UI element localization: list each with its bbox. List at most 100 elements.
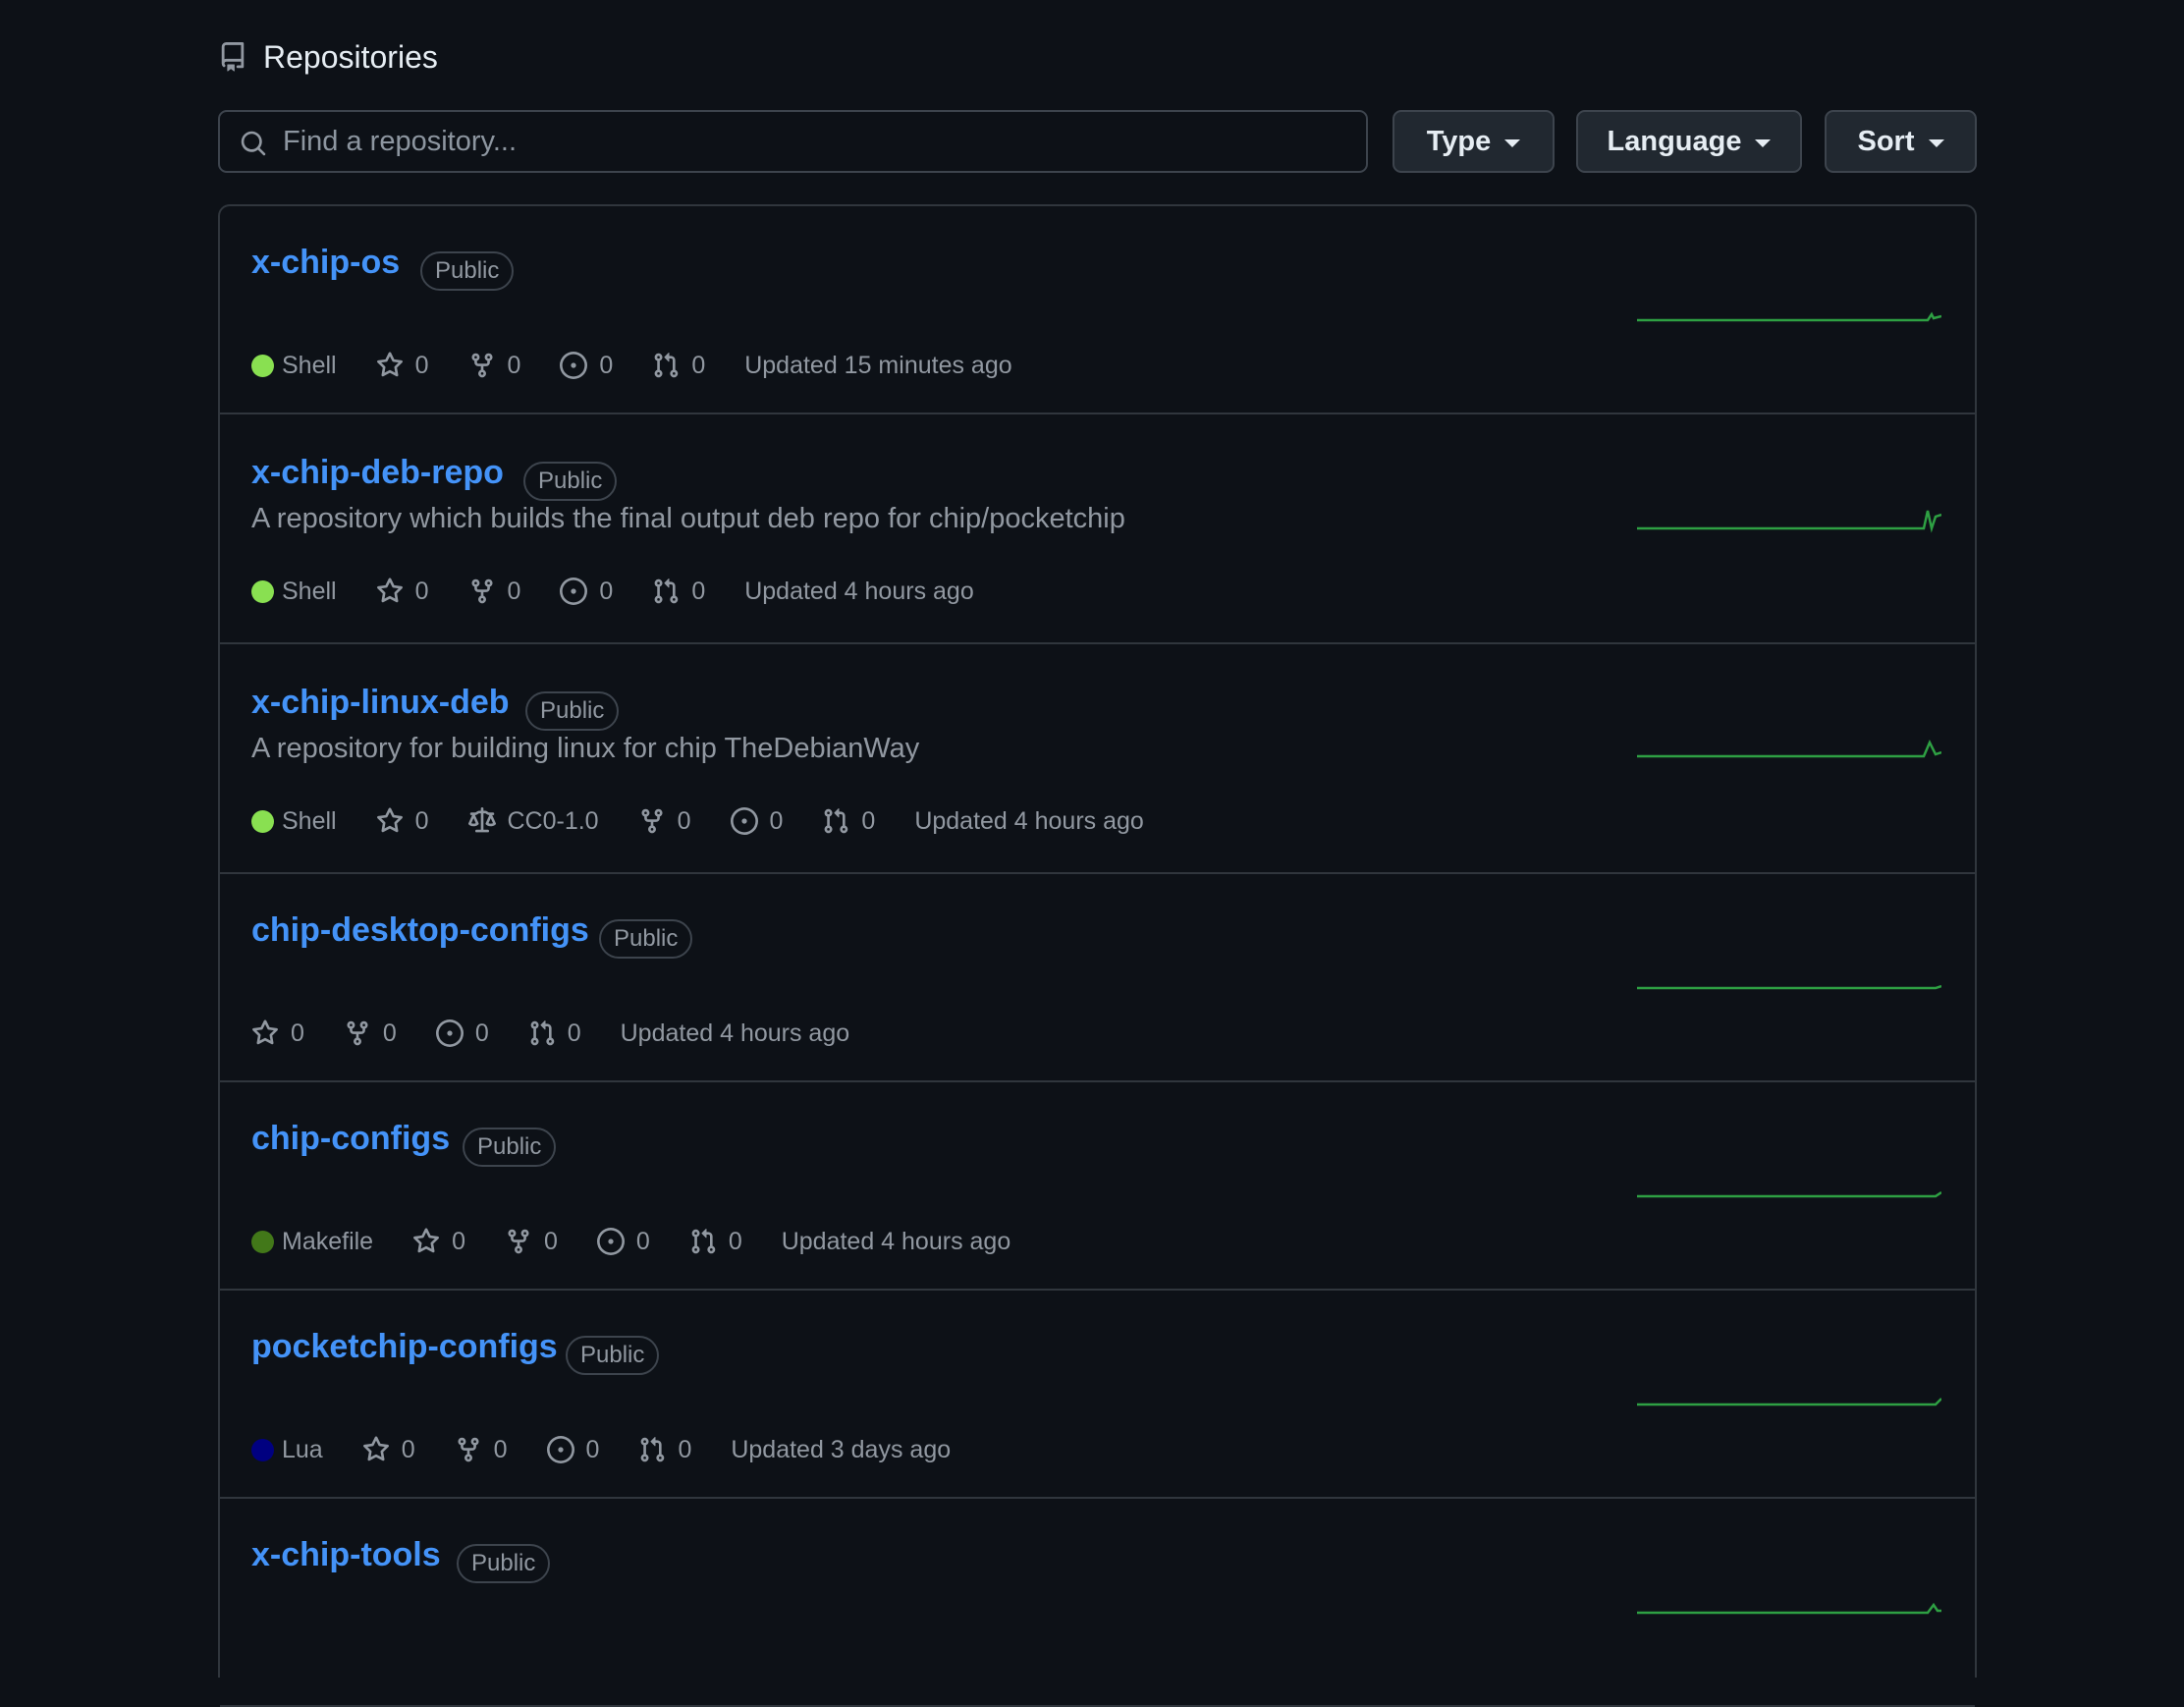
search-box[interactable] xyxy=(218,110,1368,173)
language-filter-button[interactable]: Language xyxy=(1576,110,1802,173)
sparkline-path xyxy=(1637,1602,1941,1615)
pulls-count[interactable]: 0 xyxy=(822,807,875,836)
repo-row: x-chip-linux-deb Public A repository for b… xyxy=(220,644,1975,874)
language-name: Shell xyxy=(282,577,337,605)
forks-count[interactable]: 0 xyxy=(638,807,691,836)
license[interactable]: CC0-1.0 xyxy=(467,806,599,836)
pulls-count[interactable]: 0 xyxy=(652,578,705,606)
repo-row: chip-configs Public Makefile 0 0 0 0 Updated 4 … xyxy=(220,1082,1975,1291)
visibility-badge: Public xyxy=(599,919,693,959)
language-color-dot xyxy=(251,1230,274,1253)
repo-meta: Lua 0 0 0 0 Updated 3 days ago xyxy=(251,1432,951,1467)
forks-count[interactable]: 0 xyxy=(468,578,520,606)
repo-description: A repository which builds the final outp… xyxy=(251,503,1125,534)
language-color-dot xyxy=(251,809,274,833)
search-icon xyxy=(241,131,266,156)
repo-row: x-chip-tools Public xyxy=(220,1499,1975,1707)
sparkline-path xyxy=(1637,740,1941,758)
visibility-badge: Public xyxy=(457,1544,551,1583)
type-filter-button[interactable]: Type xyxy=(1392,110,1555,173)
page-title: Repositories xyxy=(263,38,438,75)
pulls-count[interactable]: 0 xyxy=(638,1436,691,1464)
pull-request-icon xyxy=(654,353,679,378)
repo-name-link[interactable]: pocketchip-configs xyxy=(251,1328,558,1366)
forks-count[interactable]: 0 xyxy=(344,1019,397,1048)
license-value: CC0-1.0 xyxy=(507,806,599,835)
star-icon xyxy=(252,1019,278,1045)
repo-meta: Shell 0 CC0-1.0 0 0 0 Updated 4 hours ago xyxy=(251,803,1144,839)
repo-description: A repository for building linux for chip… xyxy=(251,733,920,764)
star-icon xyxy=(362,1436,389,1461)
forks-count[interactable]: 0 xyxy=(455,1436,508,1464)
language-color-dot xyxy=(251,1438,274,1461)
language-indicator: Shell xyxy=(251,578,337,606)
language-color-dot xyxy=(251,579,274,603)
issues-count[interactable]: 0 xyxy=(560,352,613,380)
pulls-count-value: 0 xyxy=(567,1019,581,1047)
repo-toolbar: Type Language Sort xyxy=(218,110,1977,173)
issues-count[interactable]: 0 xyxy=(730,807,783,836)
activity-sparkline xyxy=(1637,311,1941,322)
forks-count-value: 0 xyxy=(544,1227,558,1255)
stars-count-value: 0 xyxy=(414,577,429,605)
pulls-count[interactable]: 0 xyxy=(652,352,705,380)
sparkline-path xyxy=(1637,311,1941,322)
repo-meta: Shell 0 0 0 0 Updated 4 hours ago xyxy=(251,574,974,609)
stars-count[interactable]: 0 xyxy=(376,807,429,836)
pulls-count-value: 0 xyxy=(728,1227,742,1255)
language-indicator: Shell xyxy=(251,352,337,380)
stars-count[interactable]: 0 xyxy=(251,1019,304,1048)
visibility-badge: Public xyxy=(420,251,515,291)
updated-time: Updated 4 hours ago xyxy=(781,1227,1011,1255)
stars-count[interactable]: 0 xyxy=(376,578,429,606)
issues-count[interactable]: 0 xyxy=(560,578,613,606)
issues-count-value: 0 xyxy=(474,1019,489,1047)
repo-name-link[interactable]: x-chip-deb-repo xyxy=(251,454,504,492)
stars-count-value: 0 xyxy=(401,1435,415,1463)
visibility-badge: Public xyxy=(523,462,618,501)
issues-count-value: 0 xyxy=(585,1435,600,1463)
pull-request-icon xyxy=(825,808,848,834)
issues-count[interactable]: 0 xyxy=(435,1019,489,1048)
type-filter-label: Type xyxy=(1426,125,1492,157)
repo-name-link[interactable]: x-chip-linux-deb xyxy=(251,684,510,722)
forks-count-value: 0 xyxy=(507,351,521,379)
pulls-count-value: 0 xyxy=(861,806,876,835)
caret-down-icon xyxy=(1928,138,1944,147)
repo-row: x-chip-deb-repo Public A repository which … xyxy=(220,414,1975,644)
caret-down-icon xyxy=(1755,138,1772,147)
sparkline-path xyxy=(1637,984,1941,990)
language-filter-label: Language xyxy=(1607,125,1742,157)
issues-count[interactable]: 0 xyxy=(596,1228,650,1256)
search-input[interactable] xyxy=(283,114,1353,169)
stars-count[interactable]: 0 xyxy=(362,1436,415,1464)
activity-sparkline xyxy=(1637,1190,1941,1198)
pulls-count[interactable]: 0 xyxy=(689,1228,742,1256)
stars-count[interactable]: 0 xyxy=(376,352,429,380)
repository-list: x-chip-os Public Shell 0 0 0 0 Updated 15 minut… xyxy=(218,204,1977,1707)
activity-sparkline xyxy=(1637,984,1941,990)
pulls-count[interactable]: 0 xyxy=(528,1019,581,1048)
language-name: Lua xyxy=(282,1435,323,1463)
issue-icon xyxy=(546,1436,574,1463)
issues-count[interactable]: 0 xyxy=(546,1435,600,1464)
visibility-badge: Public xyxy=(566,1336,660,1375)
fork-icon xyxy=(641,808,663,834)
repo-name-link[interactable]: x-chip-os xyxy=(251,244,400,282)
updated-time: Updated 4 hours ago xyxy=(620,1019,850,1047)
star-icon xyxy=(376,578,403,603)
repo-row: chip-desktop-configs Public 0 0 0 0 Updated 4 … xyxy=(220,874,1975,1082)
sort-button[interactable]: Sort xyxy=(1825,110,1977,173)
forks-count[interactable]: 0 xyxy=(468,351,521,380)
issue-icon xyxy=(560,352,588,379)
language-indicator: Lua xyxy=(251,1436,323,1464)
repo-name-link[interactable]: chip-desktop-configs xyxy=(251,911,589,950)
visibility-badge: Public xyxy=(525,691,620,731)
repo-name-link[interactable]: chip-configs xyxy=(251,1120,450,1158)
sort-label: Sort xyxy=(1857,125,1915,157)
repo-name-link[interactable]: x-chip-tools xyxy=(251,1536,441,1574)
forks-count[interactable]: 0 xyxy=(505,1228,558,1256)
pull-request-icon xyxy=(530,1020,554,1046)
language-indicator: Makefile xyxy=(251,1228,373,1256)
stars-count[interactable]: 0 xyxy=(412,1228,465,1256)
